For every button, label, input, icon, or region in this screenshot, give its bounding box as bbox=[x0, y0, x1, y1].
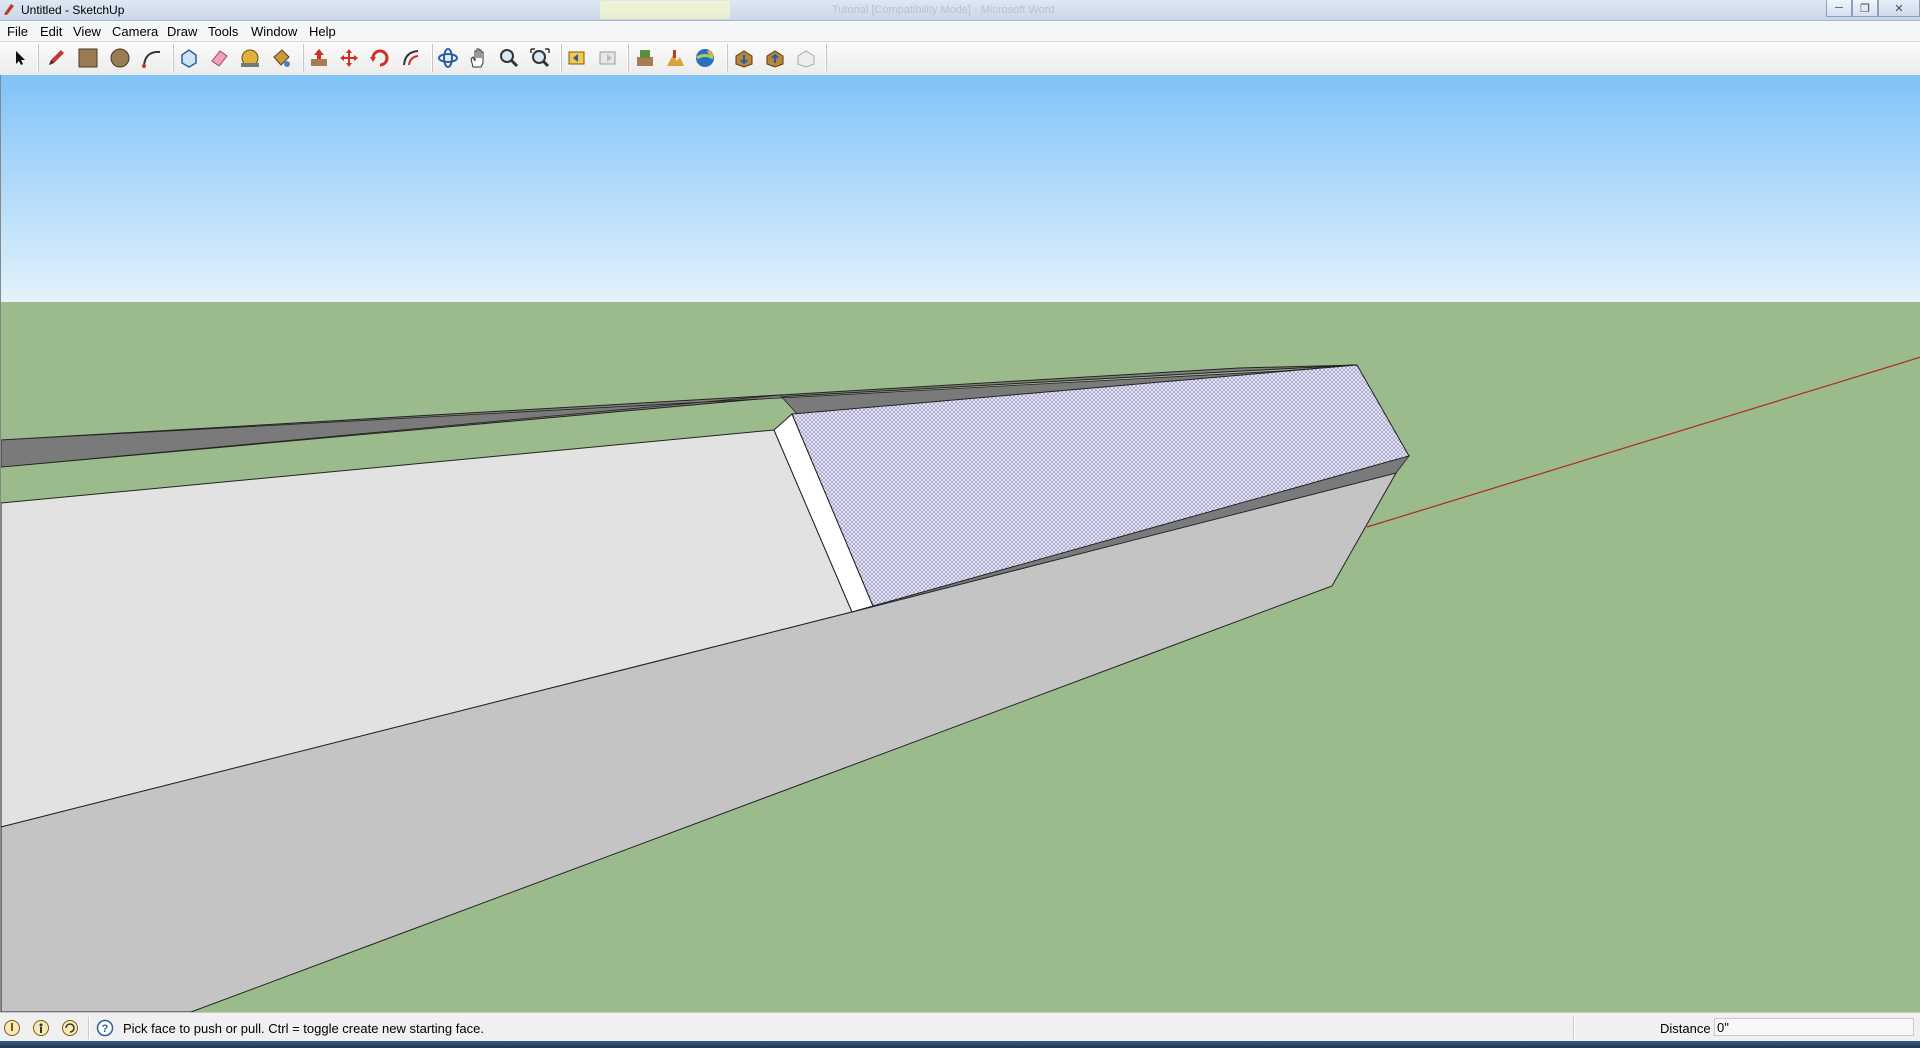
toolbar-separator bbox=[560, 44, 562, 72]
status-bar: ? Pick face to push or pull. Ctrl = togg… bbox=[0, 1012, 1920, 1041]
push-pull-icon bbox=[311, 49, 327, 66]
toolbar-separator bbox=[172, 44, 174, 72]
make-component-icon bbox=[181, 49, 197, 68]
drawing-viewport[interactable] bbox=[0, 75, 1920, 1012]
previous-view-icon bbox=[568, 51, 585, 65]
toolbar-separator bbox=[37, 44, 39, 72]
menu-camera[interactable]: Camera bbox=[112, 24, 158, 39]
taskbar-ghost-highlight bbox=[600, 1, 730, 19]
sketchup-icon bbox=[4, 4, 14, 15]
credits-icon[interactable] bbox=[32, 1019, 50, 1037]
menu-tools[interactable]: Tools bbox=[208, 24, 238, 39]
toolbar-separator bbox=[431, 44, 433, 72]
arc-tool-button[interactable] bbox=[139, 45, 165, 71]
next-view-icon bbox=[599, 51, 616, 65]
tape-measure-icon bbox=[241, 49, 259, 67]
toggle-terrain-icon bbox=[667, 50, 684, 66]
share-model-icon bbox=[766, 50, 784, 68]
window-title: Untitled - SketchUp bbox=[21, 3, 125, 17]
orbit-icon bbox=[438, 48, 458, 68]
offset-tool-button[interactable] bbox=[398, 45, 424, 71]
make-component-button[interactable] bbox=[176, 45, 202, 71]
status-separator bbox=[88, 1017, 90, 1039]
menu-file[interactable]: File bbox=[7, 24, 28, 39]
offset-icon bbox=[403, 50, 419, 66]
zoom-extents-tool-button[interactable] bbox=[527, 45, 553, 71]
orbit-tool-button[interactable] bbox=[435, 45, 461, 71]
background-window-title: Tutorial [Compatibility Mode] - Microsof… bbox=[832, 4, 1055, 16]
minimize-button[interactable]: ─ bbox=[1826, 0, 1852, 17]
tape-measure-tool-button[interactable] bbox=[237, 45, 263, 71]
get-current-view-button[interactable] bbox=[632, 45, 658, 71]
menu-edit[interactable]: Edit bbox=[40, 24, 62, 39]
eraser-tool-button[interactable] bbox=[206, 45, 232, 71]
paint-bucket-icon bbox=[273, 49, 290, 67]
zoom-extents-icon bbox=[530, 48, 550, 68]
sign-in-icon[interactable] bbox=[61, 1019, 79, 1037]
next-view-button[interactable] bbox=[595, 45, 621, 71]
restore-icon: ❐ bbox=[1860, 2, 1870, 15]
zoom-tool-button[interactable] bbox=[496, 45, 522, 71]
pan-icon bbox=[470, 48, 484, 68]
menu-window[interactable]: Window bbox=[251, 24, 297, 39]
status-separator bbox=[1573, 1017, 1575, 1039]
status-message: Pick face to push or pull. Ctrl = toggle… bbox=[123, 1021, 484, 1036]
minimize-icon: ─ bbox=[1835, 2, 1843, 14]
toolbar-separator bbox=[825, 44, 827, 72]
toolbar-separator bbox=[302, 44, 304, 72]
select-icon bbox=[16, 51, 25, 65]
get-models-icon bbox=[735, 50, 753, 68]
arc-icon bbox=[142, 50, 161, 68]
previous-view-button[interactable] bbox=[564, 45, 590, 71]
measurement-label: Distance bbox=[1660, 1021, 1711, 1036]
pencil-tool-button[interactable] bbox=[43, 45, 69, 71]
eraser-icon bbox=[211, 50, 228, 67]
restore-button[interactable]: ❐ bbox=[1852, 0, 1878, 17]
window-controls: ─ ❐ ✕ bbox=[1826, 0, 1920, 18]
model-canvas bbox=[1, 75, 1920, 1012]
measurement-input[interactable]: 0" bbox=[1714, 1018, 1914, 1036]
svg-text:?: ? bbox=[102, 1023, 109, 1035]
rectangle-icon bbox=[78, 48, 98, 68]
menu-view[interactable]: View bbox=[73, 24, 101, 39]
menu-draw[interactable]: Draw bbox=[167, 24, 197, 39]
get-models-button[interactable] bbox=[731, 45, 757, 71]
rectangle-tool-button[interactable] bbox=[75, 45, 101, 71]
rotate-tool-button[interactable] bbox=[367, 45, 393, 71]
zoom-icon bbox=[500, 49, 519, 68]
sky bbox=[1, 75, 1920, 302]
menu-help[interactable]: Help bbox=[309, 24, 336, 39]
help-icon[interactable]: ? bbox=[96, 1019, 114, 1037]
toolbar-separator bbox=[726, 44, 728, 72]
get-current-view-icon bbox=[637, 50, 653, 66]
share-model-button[interactable] bbox=[762, 45, 788, 71]
select-tool-button[interactable] bbox=[7, 45, 33, 71]
place-model-button[interactable] bbox=[692, 45, 718, 71]
move-icon bbox=[340, 49, 358, 67]
menu-bar: File Edit View Camera Draw Tools Window … bbox=[0, 21, 1920, 42]
move-tool-button[interactable] bbox=[336, 45, 362, 71]
main-toolbar bbox=[0, 42, 1920, 76]
rotate-icon bbox=[370, 49, 389, 67]
paint-bucket-tool-button[interactable] bbox=[268, 45, 294, 71]
os-taskbar bbox=[0, 1041, 1920, 1048]
share-component-button[interactable] bbox=[793, 45, 819, 71]
toolbar-separator bbox=[627, 44, 629, 72]
geo-location-icon[interactable] bbox=[3, 1019, 21, 1037]
push-pull-tool-button[interactable] bbox=[306, 45, 332, 71]
pan-tool-button[interactable] bbox=[465, 45, 491, 71]
share-component-icon bbox=[797, 50, 815, 68]
circle-icon bbox=[110, 48, 130, 68]
title-bar: Untitled - SketchUp Tutorial [Compatibil… bbox=[0, 0, 1920, 21]
pencil-icon bbox=[49, 50, 64, 65]
toggle-terrain-button[interactable] bbox=[662, 45, 688, 71]
circle-tool-button[interactable] bbox=[107, 45, 133, 71]
close-icon: ✕ bbox=[1894, 2, 1904, 15]
close-button[interactable]: ✕ bbox=[1878, 0, 1920, 17]
place-model-icon bbox=[696, 49, 715, 67]
